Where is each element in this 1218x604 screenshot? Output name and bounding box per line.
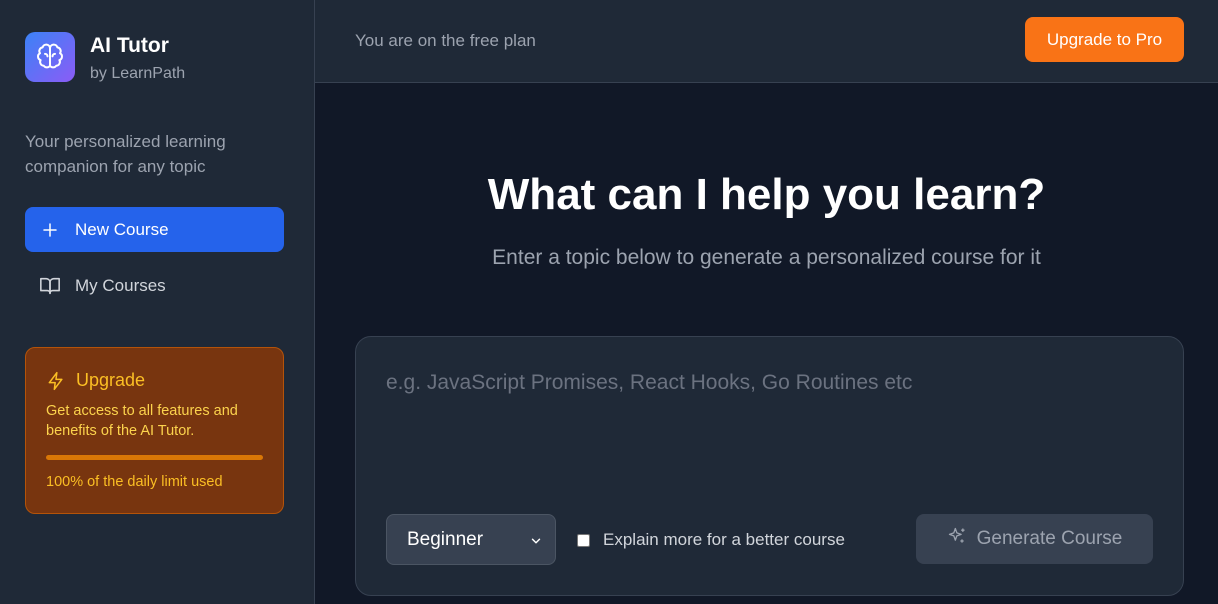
upgrade-title: Upgrade [76,370,146,390]
brand: AI Tutor by LearnPath [25,32,185,84]
generate-course-button[interactable]: Generate Course [916,514,1153,564]
usage-progress-bar [46,455,263,460]
generate-course-label: Generate Course [976,528,1123,549]
page-title: What can I help you learn? [487,170,1046,219]
sidebar-item-new-course[interactable]: New Course [25,207,284,252]
usage-text: 100% of the daily limit used [46,474,223,490]
explain-more-label: Explain more for a better course [603,530,845,549]
plan-status-text: You are on the free plan [355,31,536,50]
upgrade-to-pro-button[interactable]: Upgrade to Pro [1025,17,1184,62]
sidebar-item-label: My Courses [75,275,166,295]
lightning-icon [46,371,66,391]
upgrade-card[interactable]: Upgrade Get access to all features and b… [25,347,284,514]
difficulty-selected-value: Beginner [407,528,484,550]
sidebar-tagline: Your personalized learning companion for… [25,132,226,176]
app-subtitle: by LearnPath [90,65,186,82]
sparkles-icon [947,526,967,552]
difficulty-select[interactable]: Beginner [386,514,556,565]
sidebar: AI Tutor by LearnPath Your personalized … [0,0,315,604]
chevron-down-icon [529,532,543,554]
page-subtitle: Enter a topic below to generate a person… [492,246,1041,269]
sidebar-item-my-courses[interactable]: My Courses [25,263,284,308]
usage-progress-fill [46,455,263,460]
course-form: Beginner Explain more for a better cours… [355,336,1184,596]
topic-input[interactable] [386,371,1156,501]
upgrade-description: Get access to all features and benefits … [46,403,238,439]
explain-more-checkbox[interactable] [577,533,590,547]
brain-icon [25,32,75,82]
top-bar: You are on the free plan Upgrade to Pro [315,0,1218,83]
app-title: AI Tutor [90,34,169,57]
sidebar-item-label: New Course [75,219,169,239]
explain-more-option[interactable]: Explain more for a better course [577,530,845,550]
plus-icon [39,219,61,241]
book-open-icon [39,275,61,297]
